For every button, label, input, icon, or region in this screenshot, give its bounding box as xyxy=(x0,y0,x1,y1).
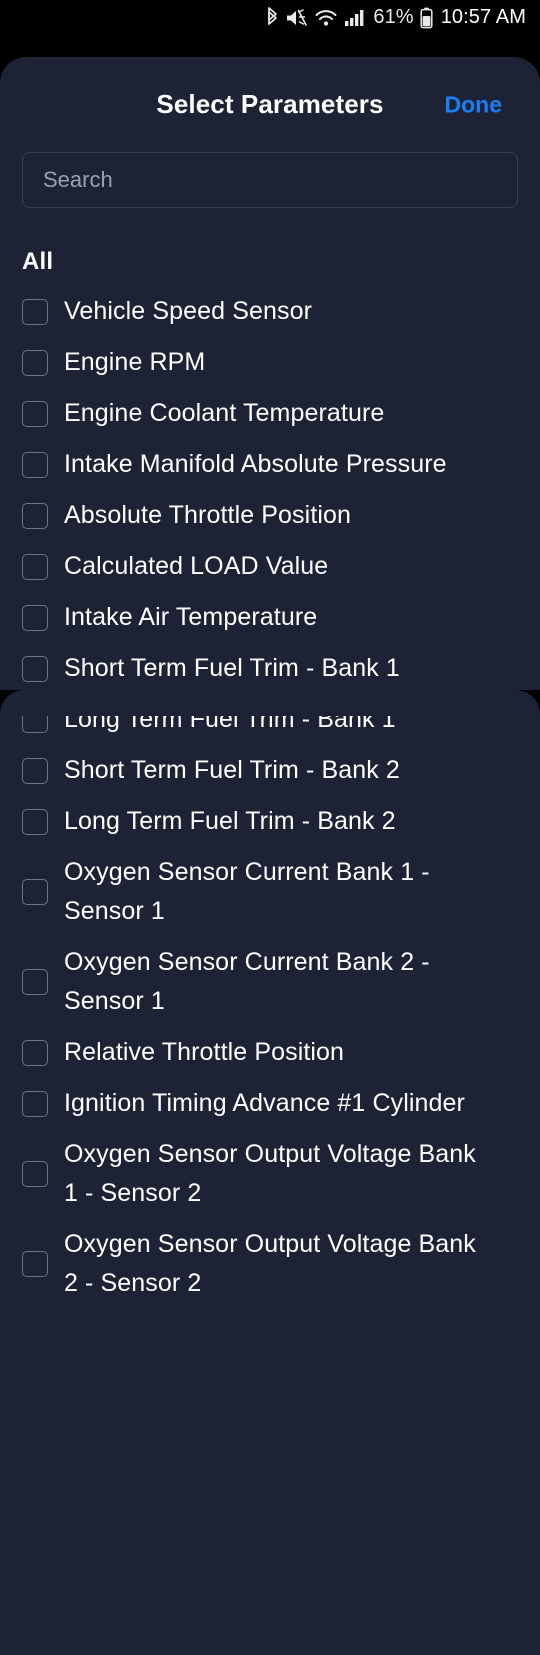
checkbox-icon[interactable] xyxy=(22,706,48,733)
list-item-label: Ignition Timing Advance #1 Cylinder xyxy=(64,1089,465,1117)
list-item-label: Oxygen Sensor Current Bank 2 - Sensor 1 xyxy=(64,948,430,1015)
list-item[interactable]: Oxygen Sensor Output Voltage Bank 1 - Se… xyxy=(0,1129,540,1219)
checkbox-icon[interactable] xyxy=(22,1039,48,1066)
checkbox-icon[interactable] xyxy=(22,1251,48,1277)
list-item[interactable]: Long Term Fuel Trim - Bank 2 xyxy=(0,796,540,847)
page-title: Select Parameters xyxy=(156,89,384,119)
checkbox-icon[interactable] xyxy=(22,969,48,995)
list-item[interactable]: Absolute Throttle Position xyxy=(0,490,540,541)
checkbox-icon[interactable] xyxy=(22,400,48,427)
cellular-signal-icon xyxy=(344,8,366,28)
checkbox-icon[interactable] xyxy=(22,298,48,325)
volume-mute-icon xyxy=(286,8,308,28)
list-item[interactable]: Oxygen Sensor Output Voltage Bank 2 - Se… xyxy=(0,1219,540,1309)
list-item[interactable]: Long Term Fuel Trim - Bank 1 xyxy=(0,694,540,745)
list-item[interactable]: Oxygen Sensor Current Bank 1 - Sensor 1 xyxy=(0,847,540,937)
checkbox-icon[interactable] xyxy=(22,604,48,631)
battery-percent-label: 61% xyxy=(373,6,414,28)
checkbox-icon[interactable] xyxy=(22,655,48,682)
status-bar-right-cluster: 61% 10:57 AM xyxy=(265,6,540,29)
checkbox-icon[interactable] xyxy=(22,553,48,580)
checkbox-icon[interactable] xyxy=(22,1161,48,1187)
list-item-label: Long Term Fuel Trim - Bank 2 xyxy=(64,807,396,835)
list-item-label: Oxygen Sensor Output Voltage Bank 2 - Se… xyxy=(64,1230,476,1297)
wifi-icon xyxy=(314,8,338,28)
list-item[interactable]: Vehicle Speed Sensor xyxy=(0,286,540,337)
status-bar: 61% 10:57 AM xyxy=(0,0,540,57)
list-item[interactable]: Ignition Timing Advance #1 Cylinder xyxy=(0,1078,540,1129)
list-item-label: Intake Air Temperature xyxy=(64,603,318,631)
list-item-label: Absolute Throttle Position xyxy=(64,501,352,529)
list-item-label: Short Term Fuel Trim - Bank 2 xyxy=(64,756,400,784)
list-item-label: Relative Throttle Position xyxy=(64,1038,345,1066)
checkbox-icon[interactable] xyxy=(22,757,48,784)
list-item-label: Oxygen Sensor Current Bank 1 - Sensor 1 xyxy=(64,858,430,925)
select-parameters-sheet: Select Parameters Done All Vehicle Speed… xyxy=(0,57,540,1655)
list-item[interactable]: Short Term Fuel Trim - Bank 1 xyxy=(0,643,540,694)
section-header-all: All xyxy=(22,248,54,275)
done-button[interactable]: Done xyxy=(439,87,509,122)
list-item[interactable]: Engine Coolant Temperature xyxy=(0,388,540,439)
list-item[interactable]: Engine RPM xyxy=(0,337,540,388)
search-input[interactable] xyxy=(22,152,518,208)
list-item[interactable]: Calculated LOAD Value xyxy=(0,541,540,592)
checkbox-icon[interactable] xyxy=(22,451,48,478)
parameter-list: Vehicle Speed Sensor Engine RPM Engine Coo… xyxy=(0,286,540,1309)
list-item-label: Short Term Fuel Trim - Bank 1 xyxy=(64,654,400,682)
list-item[interactable]: Short Term Fuel Trim - Bank 2 xyxy=(0,745,540,796)
list-item-label: Intake Manifold Absolute Pressure xyxy=(64,450,447,478)
checkbox-icon[interactable] xyxy=(22,1090,48,1117)
checkbox-icon[interactable] xyxy=(22,808,48,835)
list-item-label: Long Term Fuel Trim - Bank 1 xyxy=(64,705,396,733)
list-item-label: Engine RPM xyxy=(64,348,206,376)
checkbox-icon[interactable] xyxy=(22,349,48,376)
list-item-label: Oxygen Sensor Output Voltage Bank 1 - Se… xyxy=(64,1140,476,1207)
checkbox-icon[interactable] xyxy=(22,879,48,905)
bluetooth-icon xyxy=(265,6,280,29)
list-item[interactable]: Oxygen Sensor Current Bank 2 - Sensor 1 xyxy=(0,937,540,1027)
sheet-header: Select Parameters Done xyxy=(0,57,540,152)
list-item-label: Engine Coolant Temperature xyxy=(64,399,385,427)
list-item-label: Vehicle Speed Sensor xyxy=(64,297,313,325)
battery-icon xyxy=(420,7,433,29)
list-item[interactable]: Relative Throttle Position xyxy=(0,1027,540,1078)
checkbox-icon[interactable] xyxy=(22,502,48,529)
list-item[interactable]: Intake Air Temperature xyxy=(0,592,540,643)
list-item-label: Calculated LOAD Value xyxy=(64,552,329,580)
search-container xyxy=(0,152,540,208)
clock-label: 10:57 AM xyxy=(440,6,526,28)
list-item[interactable]: Intake Manifold Absolute Pressure xyxy=(0,439,540,490)
